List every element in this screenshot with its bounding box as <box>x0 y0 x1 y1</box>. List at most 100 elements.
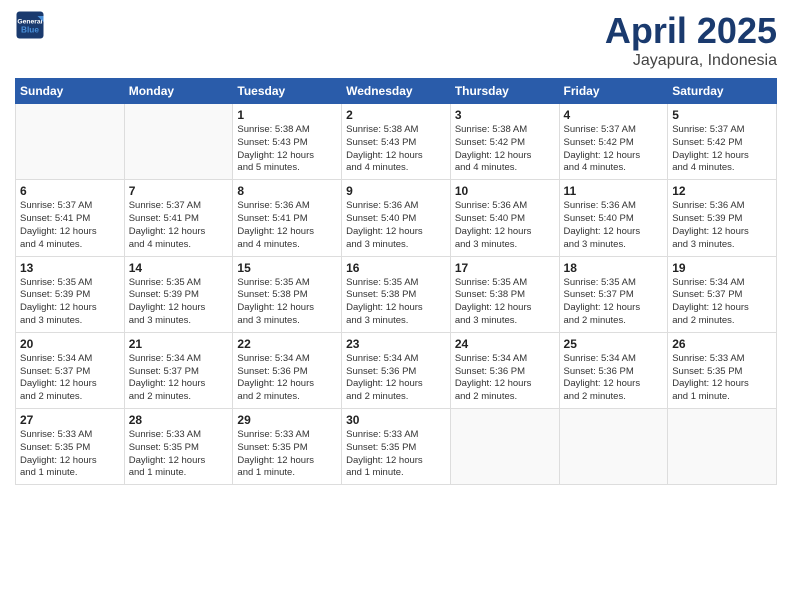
day-info: Sunrise: 5:37 AM Sunset: 5:41 PM Dayligh… <box>20 200 120 251</box>
table-row: 6 Sunrise: 5:37 AM Sunset: 5:41 PM Daylig… <box>16 180 125 256</box>
day-number: 17 <box>455 261 555 275</box>
table-row: 16 Sunrise: 5:35 AM Sunset: 5:38 PM Dayli… <box>342 256 451 332</box>
day-number: 22 <box>237 337 337 351</box>
calendar-week-1: 1 Sunrise: 5:38 AM Sunset: 5:43 PM Daylig… <box>16 104 777 180</box>
header-sunday: Sunday <box>16 79 125 104</box>
day-info: Sunrise: 5:33 AM Sunset: 5:35 PM Dayligh… <box>129 429 229 480</box>
table-row: 15Sunrise: 5:35 AM Sunset: 5:38 PM Dayli… <box>233 256 342 332</box>
page: General Blue April 2025 Jayapura, Indone… <box>0 0 792 612</box>
table-row: 29Sunrise: 5:33 AM Sunset: 5:35 PM Dayli… <box>233 409 342 485</box>
day-info: Sunrise: 5:36 AM Sunset: 5:41 PM Dayligh… <box>237 200 337 251</box>
calendar-header-row: Sunday Monday Tuesday Wednesday Thursday… <box>16 79 777 104</box>
day-number: 5 <box>672 108 772 122</box>
day-number: 30 <box>346 413 446 427</box>
table-row: 9 Sunrise: 5:36 AM Sunset: 5:40 PM Daylig… <box>342 180 451 256</box>
table-row: 2 Sunrise: 5:38 AM Sunset: 5:43 PM Daylig… <box>342 104 451 180</box>
header-tuesday: Tuesday <box>233 79 342 104</box>
table-row: 25 Sunrise: 5:34 AM Sunset: 5:36 PM Dayli… <box>559 332 668 408</box>
header-saturday: Saturday <box>668 79 777 104</box>
header: General Blue April 2025 Jayapura, Indone… <box>15 10 777 70</box>
day-info: Sunrise: 5:35 AM Sunset: 5:39 PM Dayligh… <box>129 277 229 328</box>
svg-text:General: General <box>17 19 42 26</box>
day-number: 28 <box>129 413 229 427</box>
day-info: Sunrise: 5:38 AM Sunset: 5:43 PM Dayligh… <box>237 124 337 175</box>
calendar-subtitle: Jayapura, Indonesia <box>605 52 777 70</box>
calendar-table: Sunday Monday Tuesday Wednesday Thursday… <box>15 78 777 485</box>
table-row: 1 Sunrise: 5:38 AM Sunset: 5:43 PM Daylig… <box>233 104 342 180</box>
table-row: 18 Sunrise: 5:35 AM Sunset: 5:37 PM Dayli… <box>559 256 668 332</box>
header-monday: Monday <box>124 79 233 104</box>
day-info: Sunrise: 5:35 AM Sunset: 5:39 PM Dayligh… <box>20 277 120 328</box>
day-number: 15 <box>237 261 337 275</box>
table-row: 5 Sunrise: 5:37 AM Sunset: 5:42 PM Daylig… <box>668 104 777 180</box>
day-info: Sunrise: 5:38 AM Sunset: 5:43 PM Dayligh… <box>346 124 446 175</box>
table-row: 11Sunrise: 5:36 AM Sunset: 5:40 PM Dayli… <box>559 180 668 256</box>
day-number: 25 <box>564 337 664 351</box>
day-info: Sunrise: 5:33 AM Sunset: 5:35 PM Dayligh… <box>346 429 446 480</box>
day-number: 2 <box>346 108 446 122</box>
logo: General Blue <box>15 10 45 40</box>
day-number: 6 <box>20 184 120 198</box>
day-info: Sunrise: 5:35 AM Sunset: 5:38 PM Dayligh… <box>455 277 555 328</box>
day-number: 10 <box>455 184 555 198</box>
day-info: Sunrise: 5:36 AM Sunset: 5:40 PM Dayligh… <box>346 200 446 251</box>
day-number: 16 <box>346 261 446 275</box>
table-row <box>16 104 125 180</box>
day-number: 8 <box>237 184 337 198</box>
day-number: 23 <box>346 337 446 351</box>
day-info: Sunrise: 5:34 AM Sunset: 5:36 PM Dayligh… <box>346 353 446 404</box>
day-info: Sunrise: 5:34 AM Sunset: 5:36 PM Dayligh… <box>455 353 555 404</box>
table-row: 23 Sunrise: 5:34 AM Sunset: 5:36 PM Dayli… <box>342 332 451 408</box>
header-friday: Friday <box>559 79 668 104</box>
table-row: 30 Sunrise: 5:33 AM Sunset: 5:35 PM Dayli… <box>342 409 451 485</box>
day-number: 9 <box>346 184 446 198</box>
day-number: 3 <box>455 108 555 122</box>
day-number: 26 <box>672 337 772 351</box>
logo-icon: General Blue <box>15 10 45 40</box>
table-row: 10Sunrise: 5:36 AM Sunset: 5:40 PM Dayli… <box>450 180 559 256</box>
table-row: 24 Sunrise: 5:34 AM Sunset: 5:36 PM Dayli… <box>450 332 559 408</box>
calendar-week-3: 13 Sunrise: 5:35 AM Sunset: 5:39 PM Dayli… <box>16 256 777 332</box>
day-info: Sunrise: 5:35 AM Sunset: 5:37 PM Dayligh… <box>564 277 664 328</box>
table-row <box>668 409 777 485</box>
day-number: 18 <box>564 261 664 275</box>
day-info: Sunrise: 5:33 AM Sunset: 5:35 PM Dayligh… <box>20 429 120 480</box>
day-info: Sunrise: 5:37 AM Sunset: 5:42 PM Dayligh… <box>564 124 664 175</box>
day-info: Sunrise: 5:35 AM Sunset: 5:38 PM Dayligh… <box>346 277 446 328</box>
table-row: 12Sunrise: 5:36 AM Sunset: 5:39 PM Dayli… <box>668 180 777 256</box>
day-info: Sunrise: 5:34 AM Sunset: 5:37 PM Dayligh… <box>129 353 229 404</box>
table-row: 26 Sunrise: 5:33 AM Sunset: 5:35 PM Dayli… <box>668 332 777 408</box>
header-wednesday: Wednesday <box>342 79 451 104</box>
header-thursday: Thursday <box>450 79 559 104</box>
day-info: Sunrise: 5:34 AM Sunset: 5:37 PM Dayligh… <box>20 353 120 404</box>
day-info: Sunrise: 5:37 AM Sunset: 5:42 PM Dayligh… <box>672 124 772 175</box>
table-row <box>124 104 233 180</box>
table-row: 8 Sunrise: 5:36 AM Sunset: 5:41 PM Daylig… <box>233 180 342 256</box>
day-number: 21 <box>129 337 229 351</box>
table-row: 22Sunrise: 5:34 AM Sunset: 5:36 PM Dayli… <box>233 332 342 408</box>
day-info: Sunrise: 5:36 AM Sunset: 5:39 PM Dayligh… <box>672 200 772 251</box>
day-info: Sunrise: 5:34 AM Sunset: 5:37 PM Dayligh… <box>672 277 772 328</box>
day-info: Sunrise: 5:38 AM Sunset: 5:42 PM Dayligh… <box>455 124 555 175</box>
calendar-week-5: 27 Sunrise: 5:33 AM Sunset: 5:35 PM Dayli… <box>16 409 777 485</box>
day-info: Sunrise: 5:33 AM Sunset: 5:35 PM Dayligh… <box>672 353 772 404</box>
table-row: 7 Sunrise: 5:37 AM Sunset: 5:41 PM Daylig… <box>124 180 233 256</box>
day-number: 1 <box>237 108 337 122</box>
day-info: Sunrise: 5:37 AM Sunset: 5:41 PM Dayligh… <box>129 200 229 251</box>
day-number: 24 <box>455 337 555 351</box>
table-row: 13 Sunrise: 5:35 AM Sunset: 5:39 PM Dayli… <box>16 256 125 332</box>
svg-text:Blue: Blue <box>21 26 39 35</box>
day-number: 27 <box>20 413 120 427</box>
table-row: 19 Sunrise: 5:34 AM Sunset: 5:37 PM Dayli… <box>668 256 777 332</box>
day-number: 14 <box>129 261 229 275</box>
calendar-title: April 2025 <box>605 10 777 52</box>
table-row: 21 Sunrise: 5:34 AM Sunset: 5:37 PM Dayli… <box>124 332 233 408</box>
table-row: 27 Sunrise: 5:33 AM Sunset: 5:35 PM Dayli… <box>16 409 125 485</box>
day-number: 11 <box>564 184 664 198</box>
day-number: 7 <box>129 184 229 198</box>
day-number: 19 <box>672 261 772 275</box>
day-info: Sunrise: 5:34 AM Sunset: 5:36 PM Dayligh… <box>564 353 664 404</box>
day-number: 4 <box>564 108 664 122</box>
day-number: 13 <box>20 261 120 275</box>
table-row: 14 Sunrise: 5:35 AM Sunset: 5:39 PM Dayli… <box>124 256 233 332</box>
